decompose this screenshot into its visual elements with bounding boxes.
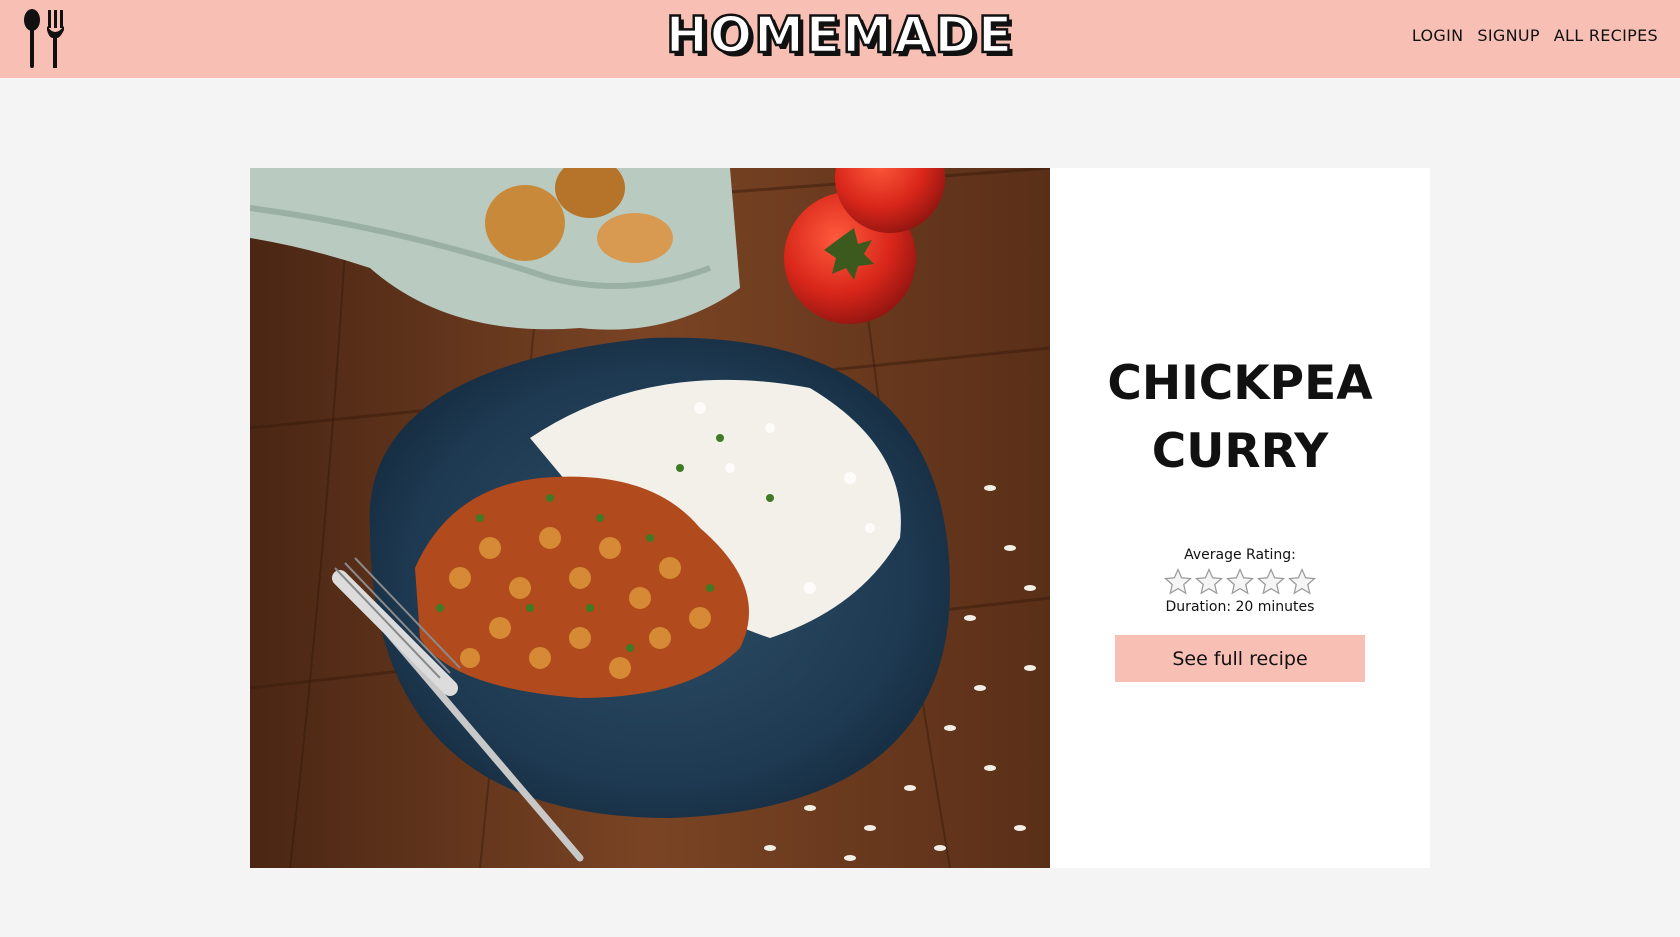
star-rating (1163, 567, 1317, 597)
star-icon[interactable] (1194, 567, 1224, 597)
nav-links: LOGIN SIGNUP ALL RECIPES (1412, 26, 1658, 45)
navbar: HOMEMADE LOGIN SIGNUP ALL RECIPES (0, 0, 1680, 78)
nav-login-link[interactable]: LOGIN (1412, 26, 1464, 45)
recipe-photo-illustration (250, 168, 1050, 868)
duration-text: Duration: 20 minutes (1165, 599, 1315, 615)
star-icon[interactable] (1163, 567, 1193, 597)
recipe-image (250, 168, 1050, 868)
star-icon[interactable] (1256, 567, 1286, 597)
recipe-info-panel: CHICKPEA CURRY Average Rating: Duration:… (1050, 168, 1430, 868)
recipe-title: CHICKPEA CURRY (1107, 356, 1373, 479)
star-icon[interactable] (1225, 567, 1255, 597)
nav-all-recipes-link[interactable]: ALL RECIPES (1554, 26, 1658, 45)
see-full-recipe-button[interactable]: See full recipe (1115, 635, 1365, 682)
nav-signup-link[interactable]: SIGNUP (1477, 26, 1539, 45)
recipe-card: CHICKPEA CURRY Average Rating: Duration:… (250, 168, 1430, 868)
average-rating-label: Average Rating: (1184, 547, 1296, 563)
star-icon[interactable] (1287, 567, 1317, 597)
